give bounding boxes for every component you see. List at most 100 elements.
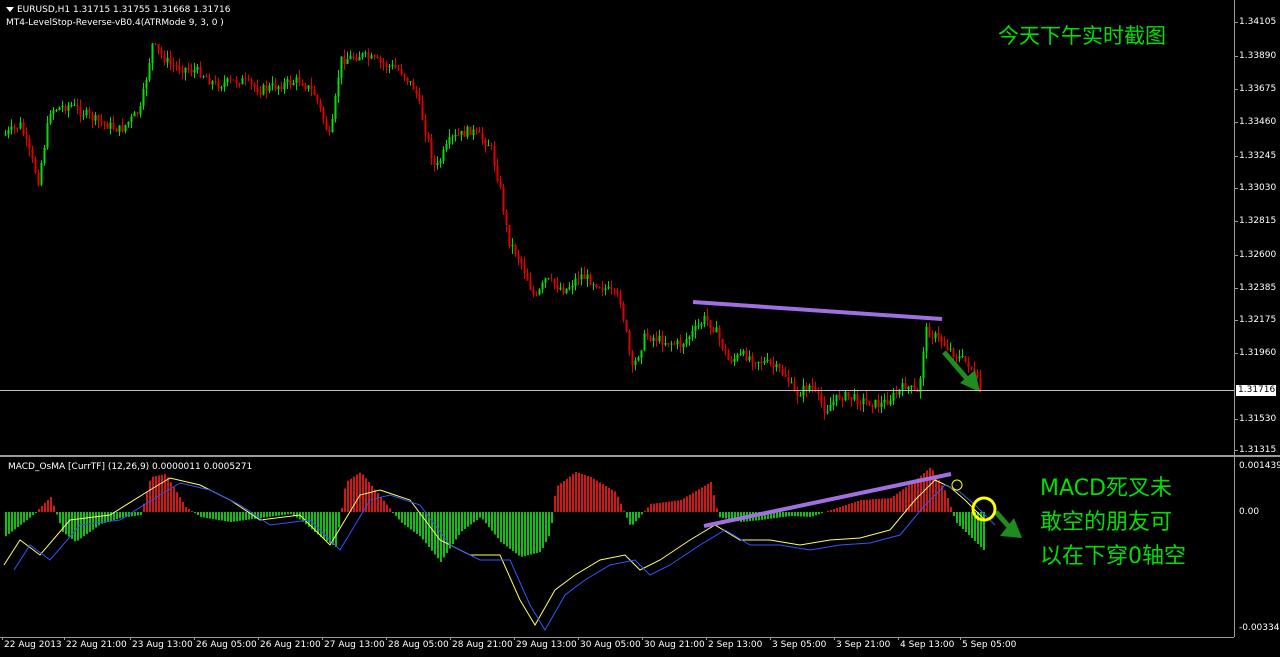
time-tick-mark	[450, 637, 451, 640]
candle-body	[823, 403, 826, 413]
osma-bar	[476, 512, 478, 520]
osma-bar	[368, 482, 370, 512]
price-tick-label: 1.33890	[1239, 51, 1277, 61]
osma-bar	[458, 512, 460, 535]
osma-bar	[443, 512, 445, 558]
osma-bar	[497, 512, 499, 539]
candle-body	[478, 130, 481, 133]
osma-bar	[431, 512, 433, 551]
candle-body	[547, 278, 550, 280]
candle-body	[448, 137, 451, 144]
osma-bar	[884, 498, 886, 512]
osma-bar	[320, 512, 322, 537]
candle-body	[754, 362, 757, 364]
osma-bar	[179, 497, 181, 512]
candle-body	[397, 67, 400, 70]
price-tick-mark	[1234, 122, 1238, 123]
osma-bar	[209, 512, 211, 519]
candle-body	[673, 343, 676, 345]
osma-bar	[200, 512, 202, 517]
osma-bar	[230, 512, 232, 522]
candle-body	[85, 109, 88, 116]
candle-body	[682, 343, 685, 348]
osma-bar	[581, 474, 583, 512]
candle-body	[283, 82, 286, 90]
candle-body	[280, 86, 283, 90]
candle-body	[703, 315, 706, 325]
candle-body	[289, 79, 292, 85]
time-tick-label: 5 Sep 05:00	[962, 640, 1017, 650]
osma-bar	[947, 498, 949, 512]
osma-bar	[344, 488, 346, 512]
time-tick-mark	[386, 637, 387, 640]
candle-body	[316, 95, 319, 101]
osma-bar	[893, 495, 895, 512]
candle-body	[742, 350, 745, 355]
candle-body	[739, 354, 742, 356]
candle-body	[895, 392, 898, 395]
osma-bar	[806, 512, 808, 517]
osma-bar	[74, 512, 76, 542]
osma-bar	[47, 500, 49, 512]
candle-body	[925, 326, 928, 352]
osma-bar	[275, 512, 277, 516]
time-tick-label: 22 Aug 21:00	[66, 640, 127, 650]
candle-body	[955, 357, 958, 359]
osma-bar	[470, 512, 472, 525]
candle-body	[172, 64, 175, 66]
osma-bar	[554, 496, 556, 512]
osma-bar	[587, 476, 589, 512]
osma-bar	[854, 502, 856, 512]
candle-body	[427, 134, 430, 140]
candle-body	[493, 145, 496, 166]
osma-bar	[185, 507, 187, 512]
osma-bar	[875, 499, 877, 512]
candle-body	[175, 65, 178, 67]
candle-body	[64, 106, 67, 111]
candle-body	[850, 397, 853, 400]
candle-body	[643, 333, 646, 351]
candle-body	[655, 337, 658, 342]
candle-body	[25, 134, 28, 139]
candle-body	[10, 126, 13, 130]
osma-bar	[953, 512, 955, 516]
osma-bar	[191, 511, 193, 512]
osma-bar	[575, 472, 577, 512]
candle-body	[169, 57, 172, 65]
osma-bar	[506, 512, 508, 547]
price-tick-label: 1.33245	[1239, 151, 1277, 161]
osma-bar	[155, 476, 157, 512]
current-price-label: 1.31716	[1236, 385, 1276, 396]
osma-bar	[500, 512, 502, 542]
time-tick-mark	[834, 637, 835, 640]
candle-body	[928, 326, 931, 338]
osma-bar	[692, 492, 694, 512]
time-tick-label: 26 Aug 05:00	[196, 640, 257, 650]
candle-body	[694, 325, 697, 331]
osma-bar	[866, 499, 868, 512]
triangle-down-icon[interactable]	[6, 7, 14, 12]
time-tick-label: 30 Aug 21:00	[644, 640, 705, 650]
osma-bar	[680, 500, 682, 512]
candle-body	[757, 361, 760, 364]
osma-bar	[215, 512, 217, 520]
candle-body	[67, 105, 70, 111]
osma-bar	[164, 474, 166, 512]
candle-body	[490, 145, 493, 147]
osma-bar	[533, 512, 535, 554]
osma-bar	[53, 505, 55, 512]
osma-bar	[29, 512, 31, 518]
candle-body	[544, 278, 547, 283]
osma-bar	[695, 491, 697, 512]
osma-bar	[482, 512, 484, 520]
osma-bar	[959, 512, 961, 526]
osma-bar	[584, 475, 586, 512]
candle-body	[73, 104, 76, 106]
osma-bar	[437, 512, 439, 559]
osma-bar	[410, 512, 412, 530]
candle-body	[88, 109, 91, 114]
candle-body	[166, 57, 169, 63]
osma-bar	[479, 512, 481, 518]
candle-body	[937, 333, 940, 337]
osma-bar	[611, 489, 613, 512]
